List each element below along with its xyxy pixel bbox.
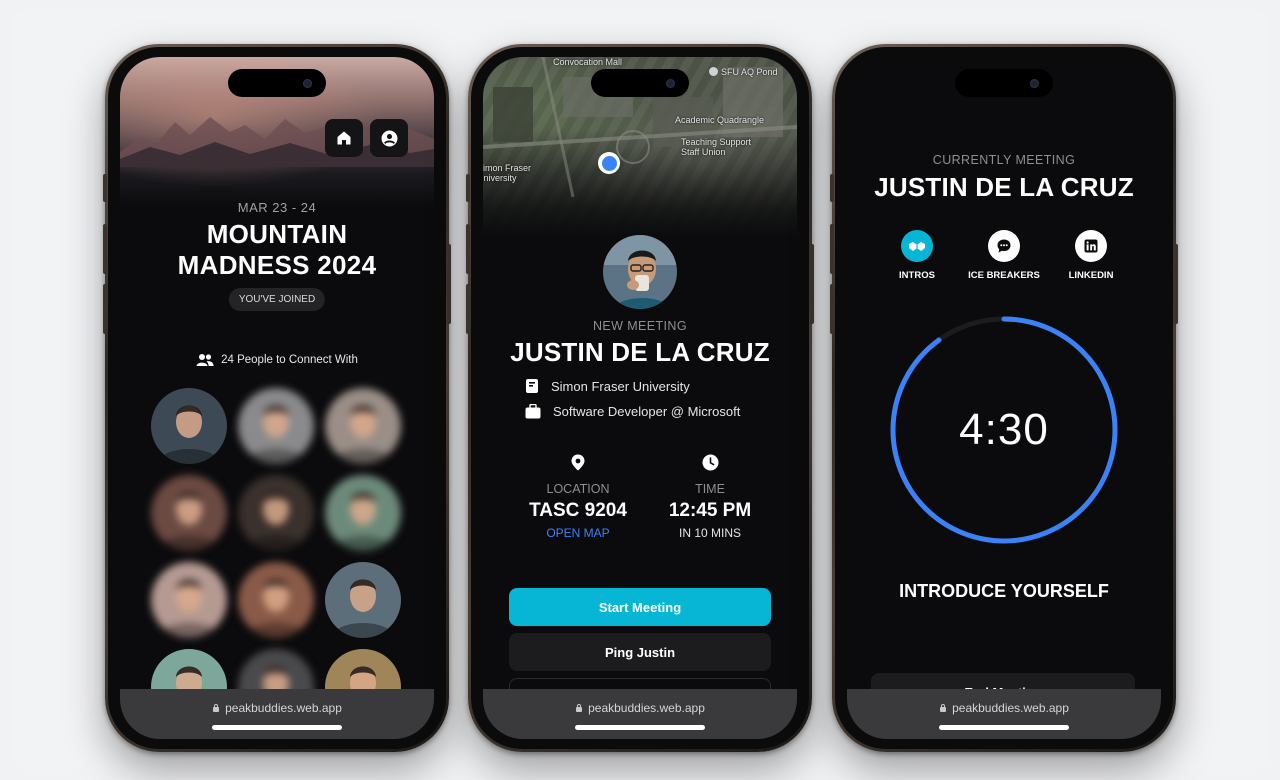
home-indicator[interactable] [939, 725, 1069, 730]
school-text: Simon Fraser University [551, 378, 690, 394]
clock-icon [702, 454, 718, 471]
event-title-line2: MADNESS 2024 [177, 250, 377, 280]
person-avatar[interactable] [151, 475, 227, 551]
school-row: Simon Fraser University [525, 378, 690, 394]
people-icon [196, 354, 214, 366]
person-avatar[interactable] [238, 562, 314, 638]
chat-bubble-icon [997, 239, 1011, 253]
person-avatar[interactable] [151, 388, 227, 464]
lock-icon [212, 704, 220, 712]
home-button[interactable] [325, 119, 363, 157]
time-relative: IN 10 MINS [678, 526, 741, 540]
person-avatar[interactable] [325, 475, 401, 551]
joined-badge: YOU'VE JOINED [228, 288, 326, 311]
map-label: Simon Fraser University [483, 163, 532, 183]
event-title: MOUNTAIN MADNESS 2024 [120, 219, 434, 281]
phone-event: MAR 23 - 24 MOUNTAIN MADNESS 2024 YOU'VE… [103, 44, 451, 752]
intros-label: INTROS [899, 270, 935, 281]
phone-active-meeting: CURRENTLY MEETING JUSTIN DE LA CRUZ INTR… [830, 44, 1178, 752]
browser-bar: peakbuddies.web.app [483, 689, 797, 739]
screen-meeting-invite: Convocation Mall SFU AQ Pond Academic Qu… [483, 57, 797, 739]
intros-tab[interactable]: INTROS [877, 230, 957, 281]
home-indicator[interactable] [575, 725, 705, 730]
lock-icon [939, 704, 947, 712]
briefcase-icon [525, 404, 541, 419]
linkedin-tab[interactable]: LINKEDIN [1051, 230, 1131, 281]
event-date: MAR 23 - 24 [237, 200, 317, 215]
new-meeting-label: NEW MEETING [593, 319, 687, 333]
time-value: 12:45 PM [668, 500, 752, 521]
contact-name: JUSTIN DE LA CRUZ [874, 172, 1134, 202]
map-label-text: SFU AQ Pond [721, 67, 778, 77]
book-icon [526, 379, 538, 393]
person-avatar[interactable] [238, 388, 314, 464]
dynamic-island [591, 69, 689, 97]
ice-breakers-tab[interactable]: ICE BREAKERS [964, 230, 1044, 281]
location-label: LOCATION [546, 482, 610, 496]
person-avatar[interactable] [238, 475, 314, 551]
open-map-link[interactable]: OPEN MAP [513, 526, 643, 540]
screen-event: MAR 23 - 24 MOUNTAIN MADNESS 2024 YOU'VE… [120, 57, 434, 739]
map-label: Convocation Mall [553, 57, 623, 67]
location-stat: LOCATION TASC 9204 OPEN MAP [513, 454, 643, 540]
dynamic-island [228, 69, 326, 97]
handshake-icon [909, 242, 925, 251]
time-stat: TIME 12:45 PM IN 10 MINS [645, 454, 775, 540]
url-text: peakbuddies.web.app [588, 701, 705, 715]
countdown-timer: 4:30 [959, 405, 1049, 454]
user-circle-icon [381, 130, 397, 146]
ice-breakers-label: ICE BREAKERS [968, 270, 1040, 281]
url-field[interactable]: peakbuddies.web.app [575, 701, 705, 715]
dynamic-island [955, 69, 1053, 97]
home-indicator[interactable] [212, 725, 342, 730]
current-location-marker [598, 152, 620, 174]
map-label: Teaching Support Staff Union [681, 137, 752, 157]
screen-active-meeting: CURRENTLY MEETING JUSTIN DE LA CRUZ INTR… [847, 57, 1161, 739]
location-value: TASC 9204 [529, 500, 627, 521]
map-label: SFU AQ Pond [709, 67, 778, 77]
ping-button[interactable]: Ping Justin [509, 633, 771, 671]
url-field[interactable]: peakbuddies.web.app [939, 701, 1069, 715]
home-icon [337, 131, 351, 145]
browser-bar: peakbuddies.web.app [847, 689, 1161, 739]
avatar [601, 233, 679, 311]
linkedin-label: LINKEDIN [1068, 270, 1114, 281]
start-meeting-button[interactable]: Start Meeting [509, 588, 771, 626]
map-pin-icon [571, 454, 585, 471]
person-avatar[interactable] [325, 562, 401, 638]
canvas: MAR 23 - 24 MOUNTAIN MADNESS 2024 YOU'VE… [10, 10, 1270, 770]
url-text: peakbuddies.web.app [952, 701, 1069, 715]
lock-icon [575, 704, 583, 712]
job-text: Software Developer @ Microsoft [553, 404, 741, 419]
person-avatar[interactable] [151, 562, 227, 638]
people-grid [151, 388, 403, 725]
connect-text: 24 People to Connect With [221, 354, 358, 366]
contact-name: JUSTIN DE LA CRUZ [510, 337, 770, 367]
url-field[interactable]: peakbuddies.web.app [212, 701, 342, 715]
countdown-ring: 4:30 [889, 315, 1119, 545]
linkedin-icon [1084, 239, 1098, 253]
job-row: Software Developer @ Microsoft [525, 404, 740, 419]
connect-count: 24 People to Connect With [120, 353, 434, 367]
currently-meeting-label: CURRENTLY MEETING [932, 153, 1076, 167]
prompt-text: INTRODUCE YOURSELF [899, 581, 1109, 601]
profile-button[interactable] [370, 119, 408, 157]
person-avatar[interactable] [325, 388, 401, 464]
event-title-line1: MOUNTAIN [206, 219, 348, 249]
map-label: Academic Quadrangle [675, 115, 765, 125]
phone-meeting-invite: Convocation Mall SFU AQ Pond Academic Qu… [466, 44, 814, 752]
url-text: peakbuddies.web.app [225, 701, 342, 715]
time-label: TIME [695, 482, 725, 496]
browser-bar: peakbuddies.web.app [120, 689, 434, 739]
